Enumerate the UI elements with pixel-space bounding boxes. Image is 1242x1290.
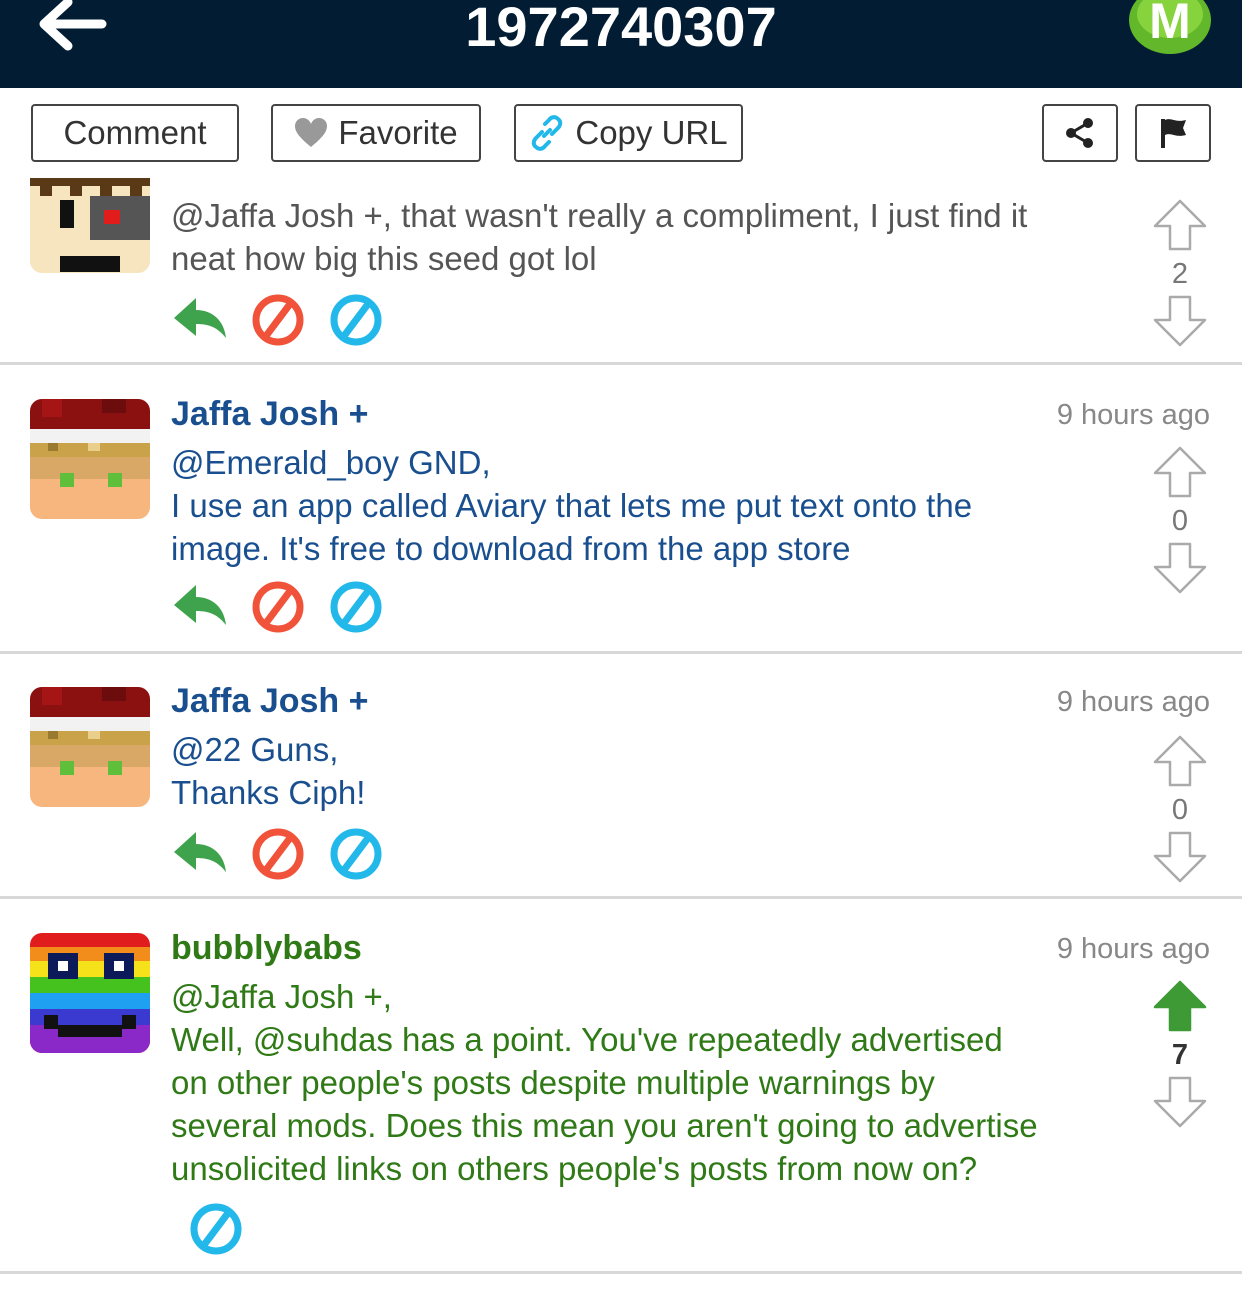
comment-timestamp: 9 hours ago [1056,399,1210,431]
upvote-arrow-icon[interactable] [1152,198,1208,257]
downvote-arrow-icon[interactable] [1152,1075,1208,1134]
avatar[interactable] [30,399,150,519]
comment-body: @22 Guns, Thanks Ciph! [171,728,1111,814]
ignore-icon[interactable] [328,579,384,635]
avatar[interactable] [30,687,150,807]
comment-line: several mods. Does this mean you aren't … [171,1107,1038,1144]
comment-line: neat how big this seed got lol [171,240,597,277]
link-icon [529,115,565,151]
ban-icon[interactable] [250,292,306,348]
reply-icon[interactable] [172,826,228,882]
comment-line: on other people's posts despite multiple… [171,1064,935,1101]
comment-line: Thanks Ciph! [171,774,366,811]
comment-line: I use an app called Aviary that lets me … [171,487,973,524]
comment-line: image. It's free to download from the ap… [171,530,851,567]
site-logo-icon[interactable]: M [1128,0,1212,60]
top-bar: 1972740307 M [0,0,1242,88]
upvote-arrow-icon[interactable] [1152,734,1208,793]
page-title: 1972740307 [465,0,777,58]
reply-icon[interactable] [172,579,228,635]
ban-icon[interactable] [250,579,306,635]
copy-url-button[interactable]: Copy URL [514,104,743,162]
ignore-icon[interactable] [328,826,384,882]
comment-timestamp: 9 hours ago [1056,686,1210,718]
comment-timestamp: 9 hours ago [1056,933,1210,965]
reply-icon[interactable] [172,292,228,348]
vote-count: 7 [1171,1039,1189,1071]
comment-body: @Emerald_boy GND, I use an app called Av… [171,441,1111,570]
flag-icon [1158,116,1188,150]
comment-line: Well, @suhdas has a point. You've repeat… [171,1021,1003,1058]
downvote-arrow-icon[interactable] [1152,830,1208,889]
ignore-icon[interactable] [188,1201,244,1257]
vote-widget: 0 [1150,734,1210,884]
vote-count: 0 [1171,794,1189,826]
vote-widget: 2 [1150,198,1210,348]
vote-widget: 0 [1150,445,1210,595]
vote-count: 2 [1171,258,1189,290]
divider [0,1271,1242,1274]
upvote-arrow-icon[interactable] [1152,445,1208,504]
logo-letter: M [1149,0,1191,49]
comment-item: @Jaffa Josh +, that wasn't really a comp… [0,178,1242,364]
comment-line: @Jaffa Josh +, [171,978,392,1015]
copy-url-button-label: Copy URL [575,114,728,151]
comment-body: @Jaffa Josh +, that wasn't really a comp… [171,194,1111,280]
comment-line: @Jaffa Josh +, that wasn't really a comp… [171,197,1028,234]
comment-button[interactable]: Comment [31,104,239,162]
heart-icon [294,117,328,149]
upvote-arrow-icon[interactable] [1152,979,1208,1038]
favorite-button-label: Favorite [338,114,458,151]
ignore-icon[interactable] [328,292,384,348]
vote-widget: 7 [1150,979,1210,1129]
comment-line: unsolicited links on others people's pos… [171,1150,978,1187]
downvote-arrow-icon[interactable] [1152,294,1208,353]
comment-author[interactable]: Jaffa Josh + [171,395,368,434]
avatar[interactable] [30,933,150,1053]
report-button[interactable] [1135,104,1211,162]
ban-icon[interactable] [250,826,306,882]
share-button[interactable] [1042,104,1118,162]
comment-author[interactable]: Jaffa Josh + [171,682,368,721]
comment-item: Jaffa Josh + 9 hours ago @Emerald_boy GN… [0,365,1242,651]
avatar[interactable] [30,178,150,273]
comment-item: bubblybabs 9 hours ago @Jaffa Josh +, We… [0,899,1242,1271]
comment-line: @22 Guns, [171,731,339,768]
comment-item: Jaffa Josh + 9 hours ago @22 Guns, Thank… [0,654,1242,896]
comment-author[interactable]: bubblybabs [171,929,362,968]
action-toolbar: Comment Favorite Copy URL [0,88,1242,178]
downvote-arrow-icon[interactable] [1152,541,1208,600]
comment-line: @Emerald_boy GND, [171,444,491,481]
favorite-button[interactable]: Favorite [271,104,481,162]
vote-count: 0 [1171,505,1189,537]
comment-body: @Jaffa Josh +, Well, @suhdas has a point… [171,975,1111,1190]
comment-button-label: Comment [63,114,207,151]
share-icon [1063,116,1097,150]
